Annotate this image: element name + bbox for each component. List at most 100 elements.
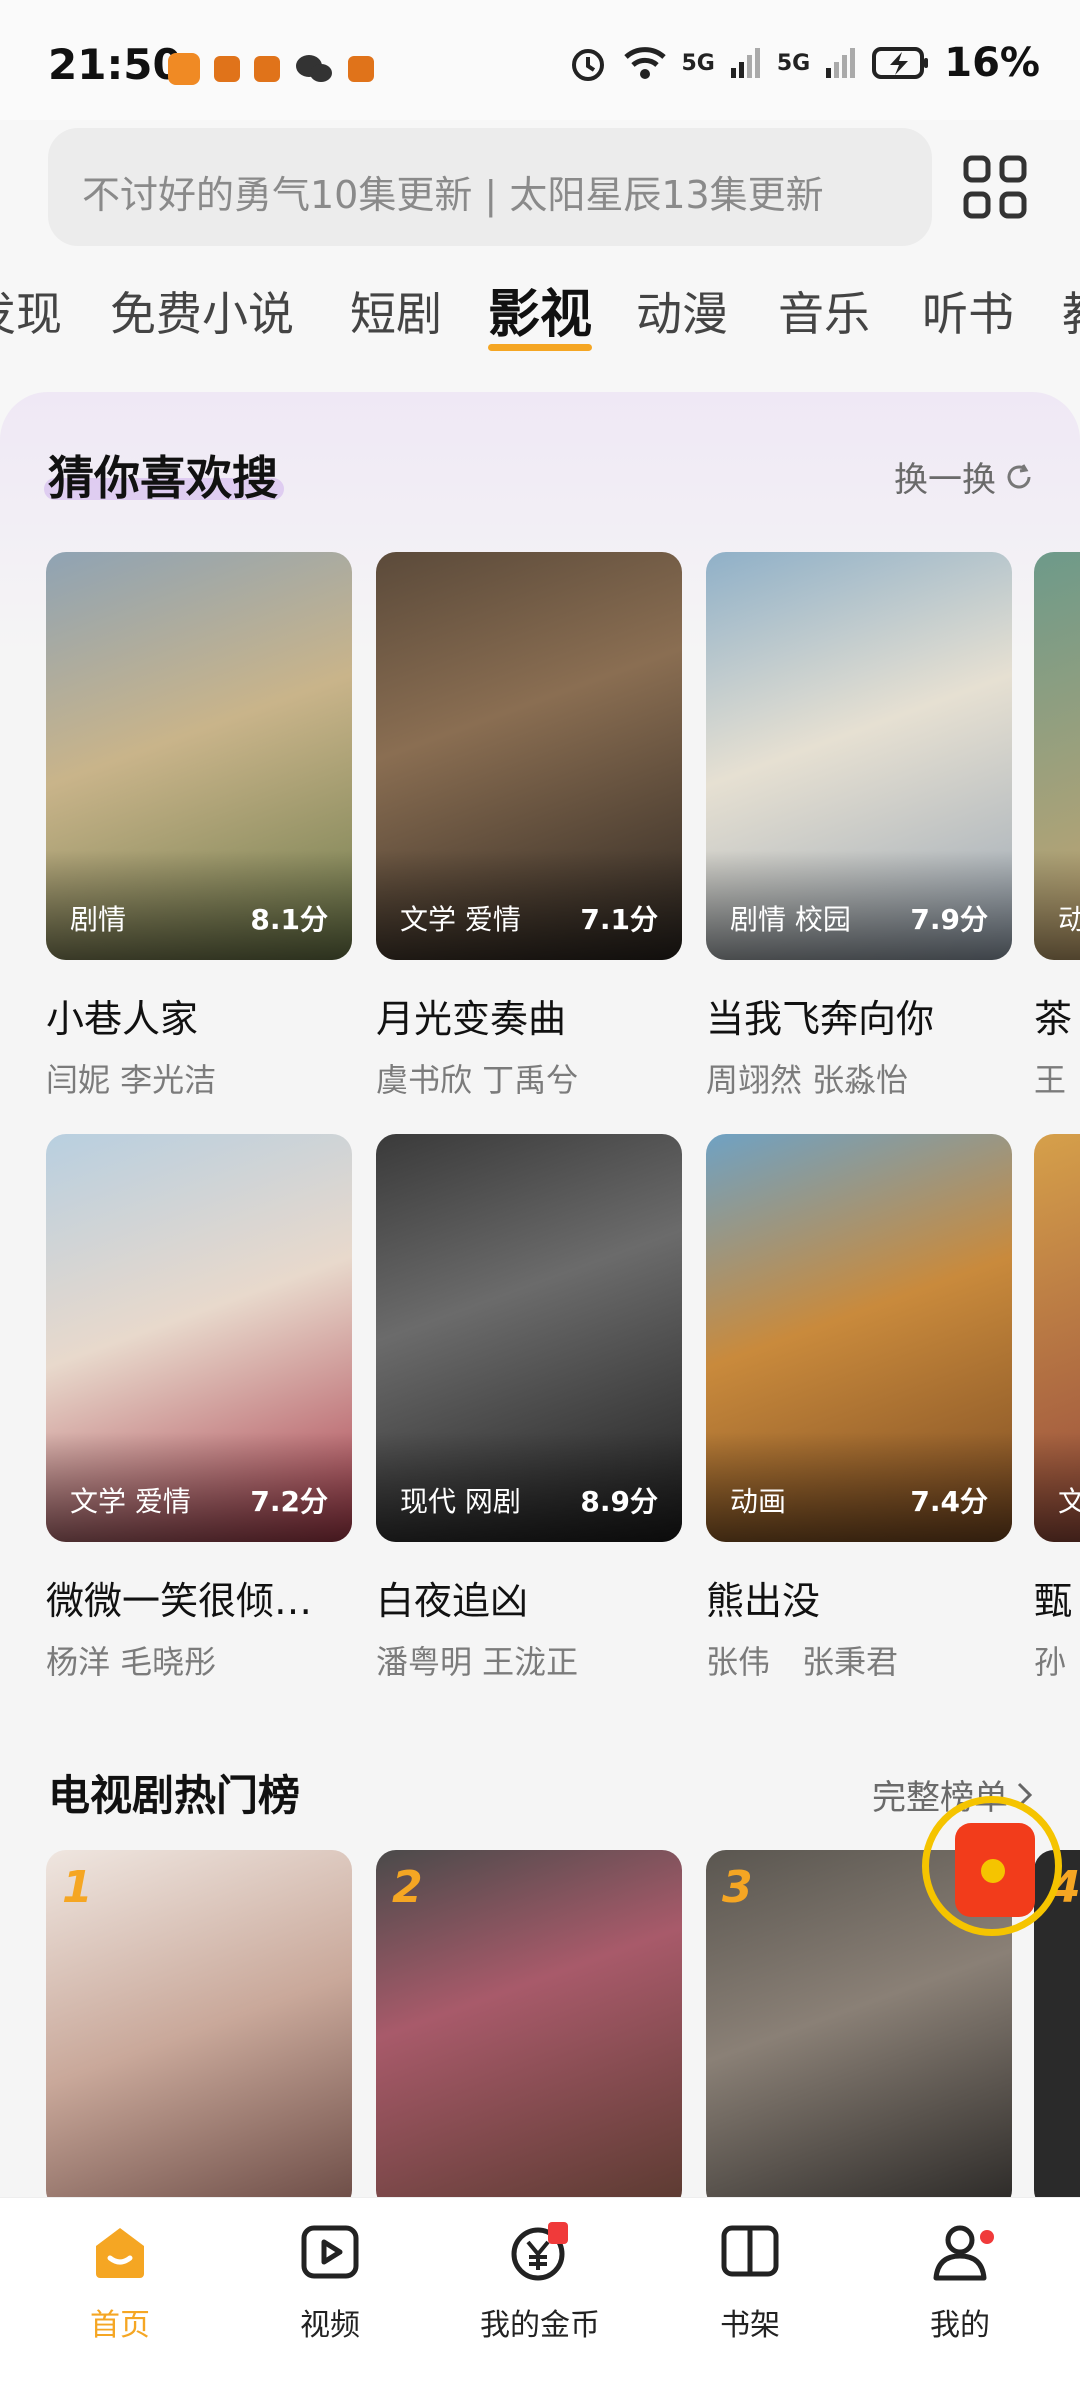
rank-number: 1: [62, 1862, 93, 1913]
genre-tags: 剧情 校园: [730, 903, 851, 936]
nav-video-label: 视频: [300, 2308, 360, 2343]
search-input[interactable]: 不讨好的勇气10集更新 | 太阳星辰13集更新: [48, 128, 932, 246]
wechat-icon: [296, 55, 332, 82]
poster-image: 剧情 8.1分: [46, 552, 352, 960]
home-icon: [96, 2228, 144, 2278]
taobao-icon: [214, 56, 240, 82]
rank-number: 2: [392, 1862, 423, 1913]
tab-music[interactable]: 音乐: [778, 278, 870, 344]
shopping-app-icon: [168, 53, 200, 85]
video-card[interactable]: 文 甄 孙: [1034, 1134, 1080, 1683]
video-card[interactable]: 剧情 8.1分 小巷人家 闫妮 李光洁: [46, 552, 352, 1101]
nav-home[interactable]: 首页: [40, 2220, 200, 2344]
rank-number: 3: [722, 1862, 753, 1913]
channel-tabs: 发现 免费小说 短剧 影视 动漫 音乐 听书 教: [0, 270, 1080, 360]
active-tab-indicator: [488, 344, 592, 351]
video-title: 月光变奏曲: [376, 997, 567, 1041]
nav-profile[interactable]: 我的: [880, 2220, 1040, 2344]
poster-image: 现代 网剧 8.9分: [376, 1134, 682, 1542]
cast: 杨洋 毛晓彤: [46, 1643, 217, 1681]
video-title: 微微一笑很倾…: [46, 1579, 313, 1623]
ranking-card[interactable]: 2: [376, 1850, 682, 2197]
genre-tags: 动画: [730, 1485, 787, 1518]
nav-profile-label: 我的: [930, 2308, 990, 2343]
genre-tags: 文学 爱情: [400, 903, 521, 936]
coin-icon: [511, 2222, 568, 2281]
rating: 8.9分: [580, 1485, 658, 1518]
ranking-section-title: 电视剧热门榜: [48, 1771, 301, 1820]
refresh-label: 换一换: [894, 460, 996, 500]
video-card[interactable]: 动 茶 王: [1034, 552, 1080, 1101]
video-title: 熊出没: [706, 1579, 821, 1623]
video-card[interactable]: 剧情 校园 7.9分 当我飞奔向你 周翊然 张淼怡: [706, 552, 1012, 1101]
cast: 闫妮 李光洁: [46, 1061, 217, 1099]
genre-tags: 文学 爱情: [70, 1485, 191, 1518]
notification-icons: [168, 52, 374, 86]
genre-tags: 剧情: [70, 903, 127, 936]
status-time: 21:50: [48, 40, 182, 89]
cast: 周翊然 张淼怡: [706, 1061, 909, 1099]
rating: 7.2分: [250, 1485, 328, 1518]
poster-image: 剧情 校园 7.9分: [706, 552, 1012, 960]
refresh-icon: [1007, 463, 1031, 488]
taobao-icon: [254, 56, 280, 82]
poster-image: 动画 7.4分: [706, 1134, 1012, 1542]
refresh-button[interactable]: 换一换: [894, 452, 1034, 501]
main-content: 猜你喜欢搜 换一换 剧情 8.1分 小巷人家 闫妮 李光洁 文学 爱情 7.1分…: [0, 392, 1080, 2197]
video-card[interactable]: 文学 爱情 7.2分 微微一笑很倾… 杨洋 毛晓彤: [46, 1134, 352, 1683]
cast: 王: [1034, 1061, 1067, 1099]
status-bar: 21:50 5G 5G 16%: [0, 0, 1080, 120]
rating: 8.1分: [250, 903, 328, 936]
wifi-icon: [623, 47, 666, 79]
cast: 虞书欣 丁禹兮: [376, 1061, 579, 1099]
poster-image: 动: [1034, 552, 1080, 960]
signal-icon: [730, 48, 760, 78]
battery-percentage: 16%: [944, 40, 1040, 86]
nav-bookshelf-label: 书架: [720, 2308, 780, 2343]
battery-charging-icon: [872, 47, 929, 79]
tab-audiobook[interactable]: 听书: [922, 278, 1014, 344]
cast: 潘粤明 王泷正: [376, 1643, 579, 1681]
video-card[interactable]: 文学 爱情 7.1分 月光变奏曲 虞书欣 丁禹兮: [376, 552, 682, 1101]
rating: 7.1分: [580, 903, 658, 936]
cast: 孙: [1034, 1643, 1067, 1681]
red-packet-float-button[interactable]: [922, 1796, 1062, 1936]
nav-coins[interactable]: 我的金币: [460, 2220, 620, 2344]
video-title: 甄: [1034, 1579, 1073, 1623]
poster-image: 文学 爱情 7.2分: [46, 1134, 352, 1542]
signal-icon: [826, 48, 856, 78]
profile-icon: [933, 2225, 987, 2281]
video-title: 茶: [1034, 997, 1073, 1041]
video-title: 当我飞奔向你: [706, 997, 935, 1041]
category-grid-icon[interactable]: [960, 152, 1030, 222]
search-placeholder: 不讨好的勇气10集更新 | 太阳星辰13集更新: [82, 173, 824, 217]
nav-video[interactable]: 视频: [250, 2220, 410, 2344]
tab-education[interactable]: 教: [1062, 278, 1080, 344]
network-type-2: 5G: [776, 50, 811, 76]
alarm-icon: [571, 49, 604, 81]
tab-discover[interactable]: 发现: [0, 278, 62, 344]
nav-bookshelf[interactable]: 书架: [670, 2220, 830, 2344]
cast: 张伟 张秉君: [706, 1643, 899, 1681]
notification-dot: [980, 2230, 994, 2244]
video-title: 小巷人家: [46, 997, 199, 1041]
rating: 7.9分: [910, 903, 988, 936]
video-icon: [301, 2225, 359, 2279]
nav-coins-label: 我的金币: [480, 2308, 600, 2343]
taobao-icon: [348, 56, 374, 82]
tab-free-novels[interactable]: 免费小说: [110, 278, 294, 344]
bottom-nav: 首页 视频 我的金币 书架 我的: [0, 2197, 1080, 2387]
tab-anime[interactable]: 动漫: [636, 278, 728, 344]
genre-tags: 动: [1058, 903, 1080, 936]
tab-film-tv[interactable]: 影视: [488, 272, 592, 347]
video-card[interactable]: 动画 7.4分 熊出没 张伟 张秉君: [706, 1134, 1012, 1683]
rating: 7.4分: [910, 1485, 988, 1518]
genre-tags: 现代 网剧: [400, 1485, 521, 1518]
guess-section-title: 猜你喜欢搜: [48, 451, 278, 505]
poster-image: 文学 爱情 7.1分: [376, 552, 682, 960]
video-title: 白夜追凶: [376, 1579, 529, 1623]
genre-tags: 文: [1058, 1485, 1080, 1518]
video-card[interactable]: 现代 网剧 8.9分 白夜追凶 潘粤明 王泷正: [376, 1134, 682, 1683]
ranking-card[interactable]: 1: [46, 1850, 352, 2197]
tab-short-drama[interactable]: 短剧: [350, 278, 442, 344]
